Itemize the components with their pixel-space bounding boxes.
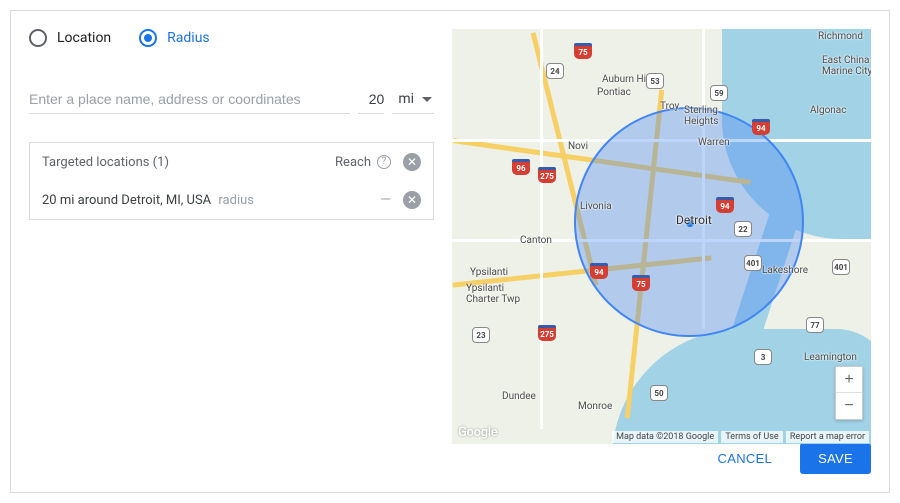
city-label: Richmond — [818, 31, 863, 42]
route-shield: 59 — [710, 85, 728, 101]
route-shield: 50 — [650, 385, 668, 401]
left-column: Location Radius mi Targeted locations (1… — [29, 29, 434, 431]
radio-radius[interactable]: Radius — [139, 29, 210, 47]
remove-item-icon[interactable]: ✕ — [403, 191, 421, 209]
route-shield: 275 — [538, 325, 556, 341]
radio-icon — [139, 29, 157, 47]
city-label: Warren — [698, 137, 730, 148]
place-input[interactable] — [29, 85, 350, 114]
city-label: Lakeshore — [762, 265, 808, 276]
city-label: SterlingHeights — [684, 105, 718, 127]
city-label: Monroe — [578, 401, 612, 412]
targeting-mode-radios: Location Radius — [29, 29, 434, 47]
radio-radius-label: Radius — [167, 30, 210, 46]
city-label: YpsilantiCharter Twp — [466, 283, 520, 305]
map[interactable]: RichmondEast ChinaMarine CityAlgonacAubu… — [452, 29, 871, 444]
radius-value-input[interactable] — [358, 85, 384, 114]
route-shield: 94 — [752, 119, 770, 135]
reach-column: Reach ? — [335, 155, 391, 170]
city-label: Ypsilanti — [470, 267, 508, 278]
city-label: Algonac — [810, 105, 846, 116]
cancel-button[interactable]: CANCEL — [700, 443, 791, 474]
route-shield: 401 — [744, 255, 762, 271]
route-shield: 24 — [546, 63, 564, 79]
route-shield: 22 — [734, 221, 752, 237]
chevron-down-icon — [422, 97, 432, 102]
map-data-text: Map data ©2018 Google — [612, 431, 718, 443]
unit-label: mi — [398, 91, 414, 107]
save-button[interactable]: SAVE — [800, 443, 871, 474]
city-label: Livonia — [580, 201, 612, 212]
radio-icon — [29, 29, 47, 47]
terms-link[interactable]: Terms of Use — [721, 431, 782, 443]
radio-location[interactable]: Location — [29, 29, 111, 47]
route-shield: 75 — [574, 43, 592, 59]
city-label: Pontiac — [597, 87, 631, 98]
route-shield: 23 — [472, 327, 490, 343]
route-shield: 77 — [806, 317, 824, 333]
targeted-item-text: 20 mi around Detroit, MI, USA — [42, 193, 211, 208]
city-label: Canton — [520, 235, 552, 246]
route-shield: 94 — [716, 197, 734, 213]
targeted-item-desc: 20 mi around Detroit, MI, USA radius — [42, 193, 380, 208]
map-attribution: Map data ©2018 Google Terms of Use Repor… — [611, 432, 869, 442]
city-label: Dundee — [502, 391, 536, 402]
route-shield: 401 — [832, 259, 850, 275]
city-label: Detroit — [676, 213, 712, 227]
place-input-row: mi — [29, 85, 434, 114]
targeted-item: 20 mi around Detroit, MI, USA radius — ✕ — [30, 181, 433, 219]
route-shield: 275 — [538, 167, 556, 183]
main-row: Location Radius mi Targeted locations (1… — [29, 29, 871, 431]
zoom-in-button[interactable]: + — [836, 367, 862, 393]
city-label: Novi — [568, 141, 588, 152]
targeted-item-suffix: radius — [218, 193, 254, 208]
route-shield: 75 — [632, 275, 650, 291]
google-logo: Google — [458, 425, 497, 440]
city-label: Leamington — [804, 352, 857, 363]
unit-select[interactable]: mi — [392, 85, 434, 114]
route-shield: 96 — [512, 159, 530, 175]
city-label: East ChinaMarine City — [822, 55, 871, 77]
location-targeting-panel: Location Radius mi Targeted locations (1… — [10, 10, 890, 493]
targeted-item-reach: — — [380, 192, 391, 208]
help-icon[interactable]: ? — [377, 155, 391, 169]
targeted-locations-box: Targeted locations (1) Reach ? ✕ 20 mi a… — [29, 142, 434, 220]
radio-location-label: Location — [57, 30, 111, 46]
clear-all-icon[interactable]: ✕ — [403, 153, 421, 171]
route-shield: 53 — [646, 73, 664, 89]
city-label: Troy — [660, 101, 679, 112]
targeted-title: Targeted locations (1) — [42, 155, 335, 170]
zoom-out-button[interactable]: − — [836, 393, 862, 419]
right-column: RichmondEast ChinaMarine CityAlgonacAubu… — [452, 29, 871, 431]
route-shield: 94 — [590, 263, 608, 279]
route-shield: 3 — [754, 349, 772, 365]
zoom-control: + − — [835, 366, 863, 420]
reach-label: Reach — [335, 155, 371, 170]
targeted-header: Targeted locations (1) Reach ? ✕ — [30, 143, 433, 181]
report-link[interactable]: Report a map error — [786, 431, 869, 443]
